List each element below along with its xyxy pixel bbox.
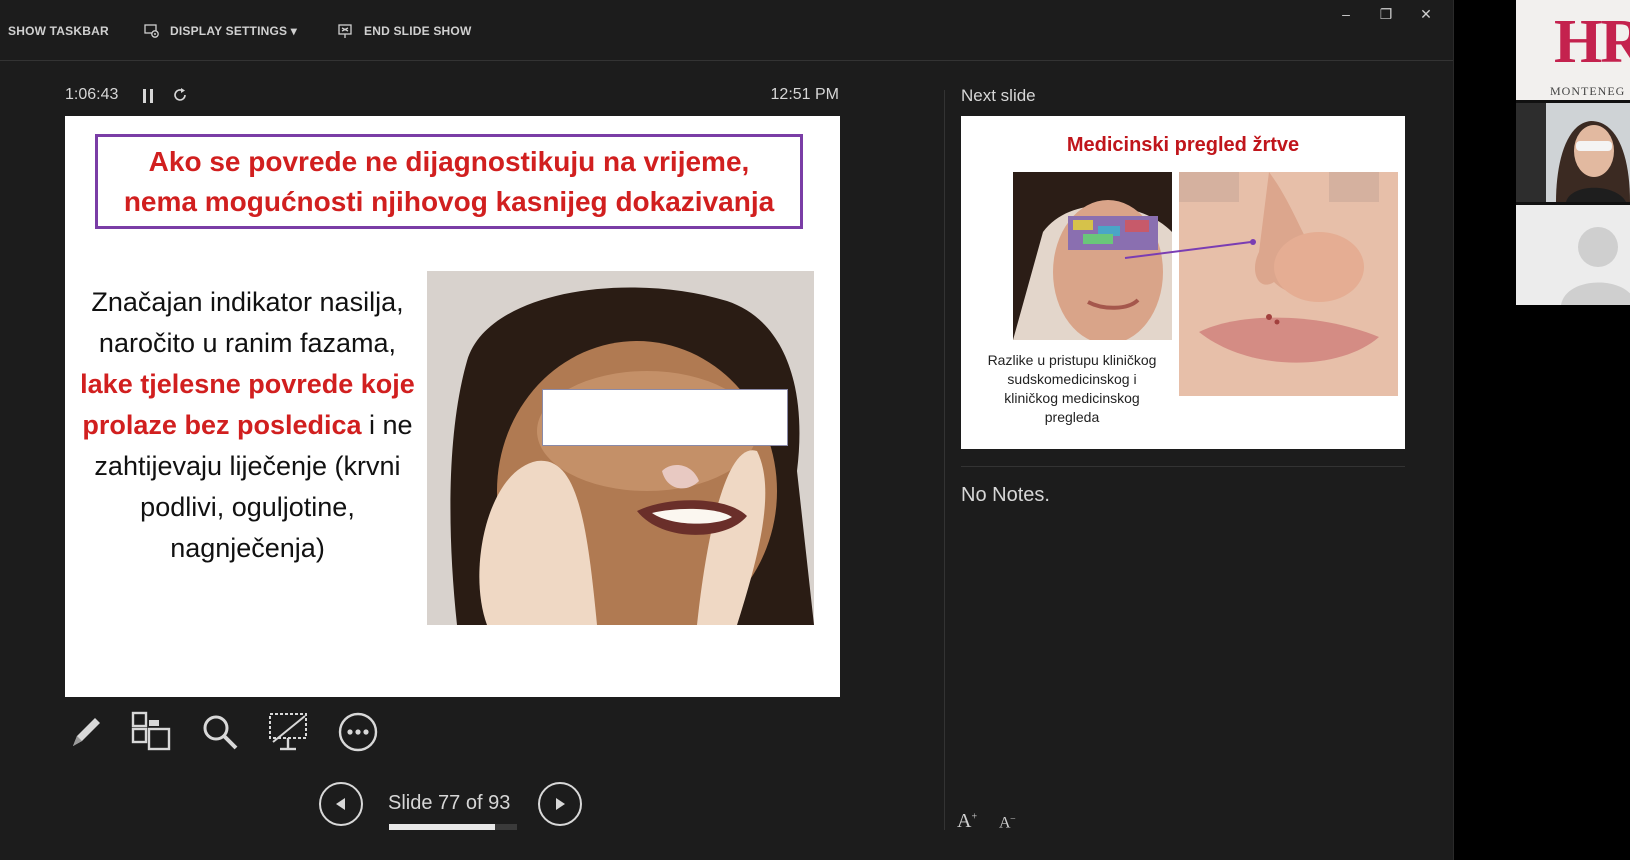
previous-arrow-icon — [336, 798, 345, 810]
notes-divider — [961, 466, 1405, 467]
next-slide-label: Next slide — [961, 86, 1036, 105]
participant-camera-image — [1516, 103, 1630, 202]
next-slide-preview[interactable]: Medicinski pregled žrtve Razlike u prist… — [961, 116, 1405, 449]
speaker-notes: No Notes. — [961, 484, 1050, 506]
end-slide-show-button[interactable]: END SLIDE SHOW — [338, 21, 471, 41]
minimize-button[interactable]: – — [1334, 6, 1358, 26]
show-taskbar-label: SHOW TASKBAR — [8, 24, 109, 38]
slide-body-part1: Značajan indikator nasilja, naročito u r… — [91, 287, 404, 358]
participant-tile-camera[interactable] — [1516, 103, 1630, 202]
decrease-font-label: A — [999, 814, 1011, 832]
photo-illustration — [427, 271, 814, 625]
end-slide-show-label: END SLIDE SHOW — [364, 24, 472, 38]
video-participant-strip: HR MONTENEG — [1516, 0, 1630, 305]
decrease-font-button[interactable]: A– — [999, 813, 1015, 832]
participant-tile-avatar[interactable] — [1516, 205, 1630, 305]
slide-photo — [427, 271, 814, 625]
top-toolbar: SHOW TASKBAR DISPLAY SETTINGS ▾ END SLID… — [0, 0, 1453, 61]
restart-timer-icon[interactable] — [172, 87, 188, 103]
closeup-photo-illustration — [1179, 172, 1398, 396]
next-slide-button[interactable] — [538, 782, 582, 826]
display-settings-button[interactable]: DISPLAY SETTINGS ▾ — [144, 21, 297, 41]
slide-progress-fill — [389, 824, 495, 830]
increase-font-label: A — [957, 810, 972, 832]
slide-progress-bar — [389, 824, 517, 830]
show-taskbar-button[interactable]: SHOW TASKBAR — [8, 21, 109, 41]
logo-subtext: MONTENEG — [1550, 84, 1626, 98]
user-avatar-icon — [1516, 205, 1630, 305]
logo-text: HR — [1554, 8, 1630, 76]
next-slide-photo-closeup — [1179, 172, 1398, 396]
arrow-annotation — [1124, 239, 1256, 259]
see-all-slides-icon[interactable] — [130, 710, 174, 754]
slide-title: Ako se povrede ne dijagnostikuju na vrij… — [123, 145, 775, 217]
slide-title-box: Ako se povrede ne dijagnostikuju na vrij… — [95, 134, 803, 229]
restore-button[interactable]: ❐ — [1374, 6, 1398, 26]
redaction-box — [542, 389, 788, 446]
panel-divider — [944, 90, 945, 830]
increase-font-button[interactable]: A+ — [957, 810, 977, 833]
pen-icon[interactable] — [63, 710, 107, 754]
close-button[interactable]: ✕ — [1414, 6, 1438, 26]
display-settings-label: DISPLAY SETTINGS ▾ — [170, 24, 297, 38]
presenter-view: SHOW TASKBAR DISPLAY SETTINGS ▾ END SLID… — [0, 0, 1454, 860]
current-time: 12:51 PM — [770, 86, 839, 103]
next-arrow-icon — [556, 798, 565, 810]
previous-slide-button[interactable] — [319, 782, 363, 826]
participant-tile-logo[interactable]: HR MONTENEG — [1516, 0, 1630, 100]
pause-icon[interactable] — [142, 89, 154, 103]
current-slide[interactable]: Ako se povrede ne dijagnostikuju na vrij… — [65, 116, 840, 697]
black-screen-icon[interactable] — [267, 710, 311, 754]
next-slide-caption: Razlike u pristupu kliničkog sudskomedic… — [987, 352, 1157, 425]
end-slide-show-icon — [338, 24, 352, 38]
slide-body-text: Značajan indikator nasilja, naročito u r… — [75, 282, 420, 569]
elapsed-timer: 1:06:43 — [65, 86, 119, 103]
zoom-icon[interactable] — [198, 710, 242, 754]
more-options-icon[interactable] — [336, 710, 380, 754]
next-slide-title: Medicinski pregled žrtve — [1066, 134, 1300, 156]
slide-counter[interactable]: Slide 77 of 93 — [388, 792, 510, 815]
display-settings-icon — [144, 24, 159, 38]
